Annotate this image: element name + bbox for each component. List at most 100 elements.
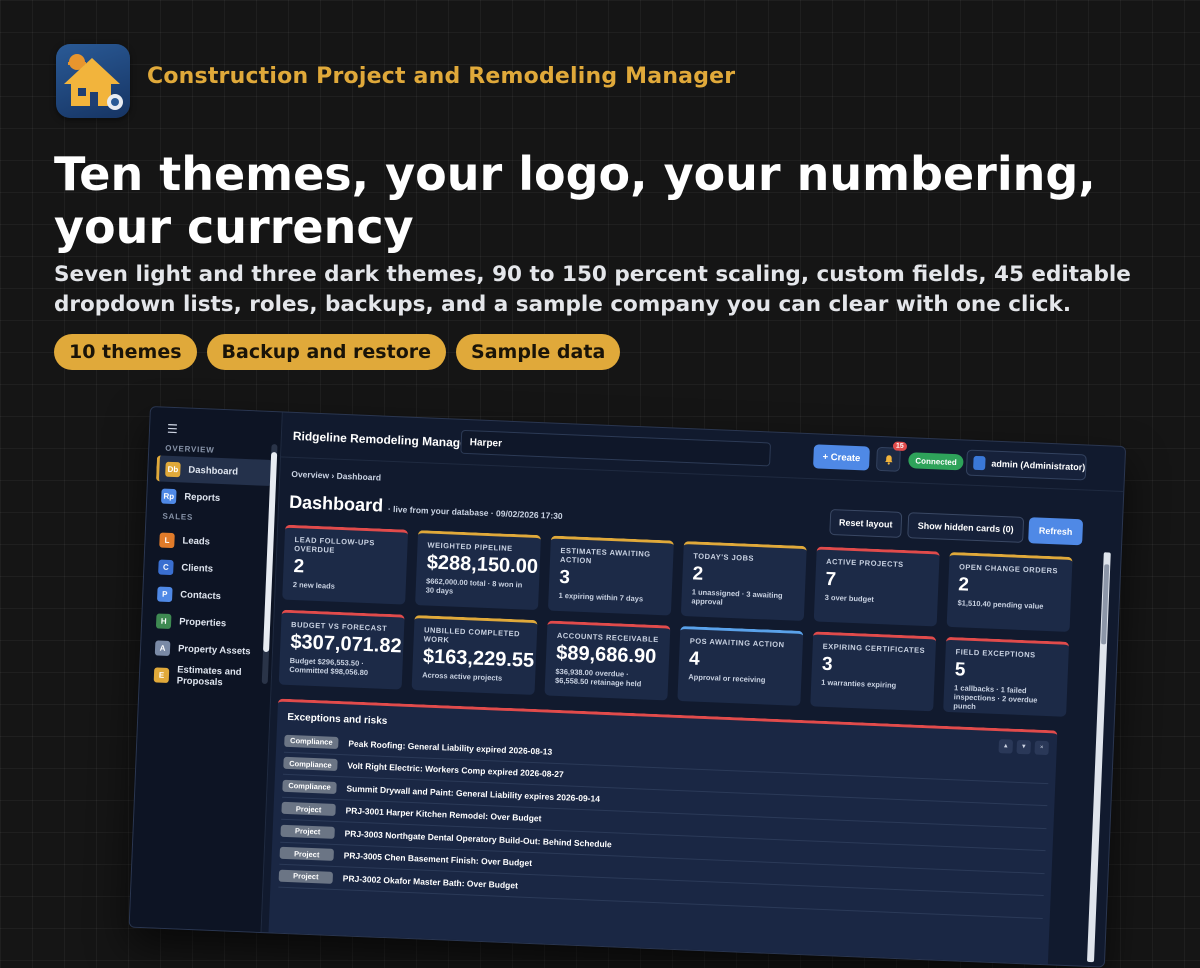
sidebar-item-reports[interactable]: Rp Reports (155, 482, 272, 513)
connection-status-badge: Connected (908, 452, 965, 471)
exception-text: Peak Roofing: General Liability expired … (348, 738, 553, 757)
sidebar-item-clients[interactable]: C Clients (152, 553, 269, 584)
app-logo (56, 44, 130, 118)
page-subtitle: · live from your database · 09/02/2026 1… (387, 503, 563, 522)
page-title: Dashboard (288, 491, 384, 516)
card-note: 1 expiring within 7 days (558, 590, 644, 604)
card-title: Lead follow-ups overdue (294, 535, 376, 555)
kpi-card-accounts-receivable[interactable]: Accounts receivable $89,686.90 $36,938.00 … (544, 620, 671, 701)
card-note: $36,938.00 overdue · $6,558.50 retainage… (554, 666, 642, 689)
kpi-card-expiring-certificates[interactable]: Expiring certificates 3 1 warranties expir… (810, 631, 937, 712)
exceptions-title: Exceptions and risks (287, 711, 388, 727)
dashboard-cards: Lead follow-ups overdue 2 2 new leads Weigh… (278, 524, 1075, 717)
sidebar-item-label: Leads (182, 534, 211, 548)
card-title: Field exceptions (955, 647, 1036, 660)
feature-pill: Sample data (456, 334, 621, 370)
sidebar-item-label: Properties (178, 615, 227, 629)
sidebar: ☰ OVERVIEW Db Dashboard Rp Reports SALES LL… (129, 407, 283, 933)
card-value: 3 (821, 653, 833, 676)
move-up-icon[interactable]: ▲ (998, 739, 1014, 754)
kpi-card-pos-awaiting-action[interactable]: POs awaiting action 4 Approval or receivin… (677, 625, 804, 706)
feature-pill: Backup and restore (206, 334, 447, 370)
card-note: Approval or receiving (688, 672, 766, 685)
card-value: $307,071.82 (289, 630, 403, 658)
menu-icon[interactable]: ☰ (167, 422, 178, 436)
company-name: Ridgeline Remodeling Manager (292, 428, 472, 451)
exception-text: PRJ-3001 Harper Kitchen Remodel: Over Bu… (345, 805, 542, 824)
search-input[interactable] (460, 429, 772, 467)
card-note: 1 callbacks · 1 failed inspections · 2 o… (953, 683, 1038, 712)
card-title: Estimates awaiting action (559, 545, 651, 566)
sidebar-item-label: Reports (184, 490, 221, 504)
sidebar-section-overview: OVERVIEW (165, 443, 215, 455)
sidebar-item-label: Clients (181, 561, 214, 575)
sidebar-section-sales: SALES (162, 511, 194, 522)
sidebar-item-properties[interactable]: H Properties (150, 607, 267, 638)
reset-layout-button[interactable]: Reset layout (829, 508, 903, 538)
user-menu[interactable]: admin (Administrator) (965, 449, 1087, 481)
properties-icon: H (155, 612, 172, 629)
sidebar-item-label: Dashboard (188, 464, 239, 478)
kpi-card-field-exceptions[interactable]: Field exceptions 5 1 callbacks · 1 failed … (943, 636, 1070, 717)
kpi-card-lead-follow-ups-overdue[interactable]: Lead follow-ups overdue 2 2 new leads (282, 524, 409, 605)
user-label: admin (Administrator) (991, 458, 1086, 473)
sidebar-item-property-assets[interactable]: A Property Assets (149, 634, 266, 665)
bell-icon (884, 454, 893, 465)
close-icon[interactable]: × (1034, 740, 1050, 756)
kpi-card-weighted-pipeline[interactable]: Weighted pipeline $288,150.00 $662,000.00 … (415, 530, 542, 611)
exception-tag: Project (279, 846, 334, 862)
main-scrollbar[interactable] (1086, 552, 1111, 963)
sidebar-item-estimates-and-proposals[interactable]: E Estimates and Proposals (147, 661, 264, 692)
kpi-card-unbilled-completed-work[interactable]: Unbilled completed work $163,229.55 Across… (411, 615, 538, 696)
sidebar-item-contacts[interactable]: P Contacts (151, 580, 268, 611)
exception-text: PRJ-3002 Okafor Master Bath: Over Budget (342, 873, 519, 891)
clients-icon: C (158, 558, 174, 575)
exception-tag: Compliance (283, 757, 338, 772)
card-value: 4 (688, 648, 701, 670)
card-note: 3 over budget (824, 592, 875, 604)
refresh-button[interactable]: Refresh (1028, 517, 1084, 546)
subheadline: Seven light and three dark themes, 90 to… (54, 262, 1131, 317)
property-assets-icon: A (154, 639, 171, 656)
exceptions-list: Compliance Peak Roofing: General Liabilit… (278, 729, 1050, 919)
kpi-card-estimates-awaiting-action[interactable]: Estimates awaiting action 3 1 expiring wit… (547, 535, 674, 616)
kpi-card-open-change-orders[interactable]: Open change orders 2 $1,510.40 pending val… (946, 551, 1073, 632)
notification-count-badge: 15 (892, 441, 907, 452)
exception-tag: Project (280, 824, 335, 839)
card-note: $1,510.40 pending value (957, 598, 1044, 611)
avatar (973, 455, 986, 471)
exception-text: PRJ-3005 Chen Basement Finish: Over Budg… (343, 850, 533, 869)
card-value: $163,229.55 (422, 645, 535, 672)
card-value: 2 (293, 556, 305, 578)
leads-icon: L (159, 532, 175, 548)
kpi-card-active-projects[interactable]: Active projects 7 3 over budget (813, 546, 940, 627)
move-down-icon[interactable]: ▼ (1016, 739, 1032, 755)
card-value: $89,686.90 (555, 641, 657, 668)
exceptions-panel: Exceptions and risks ▲ ▼ × Compliance Pea… (268, 698, 1058, 968)
sidebar-item-dashboard[interactable]: Db Dashboard (155, 455, 273, 487)
feature-pills: 10 themes Backup and restore Sample data (54, 334, 621, 370)
kpi-card-today-s-jobs[interactable]: Today's jobs 2 1 unassigned · 3 awaiting a… (680, 541, 807, 621)
kpi-card-budget-vs-forecast[interactable]: Budget vs forecast $307,071.82 Budget $296… (278, 609, 405, 690)
sidebar-item-label: Estimates and Proposals (176, 664, 242, 689)
estimates-and-proposals-icon: E (153, 666, 170, 683)
card-note: Across active projects (422, 670, 503, 683)
card-title: Today's jobs (693, 551, 755, 563)
main-content: Ridgeline Remodeling Manager + Create 15… (261, 412, 1126, 968)
card-title: Open change orders (958, 562, 1059, 576)
contacts-icon: P (157, 585, 173, 602)
sidebar-item-leads[interactable]: L Leads (153, 526, 270, 557)
card-value: 3 (558, 566, 571, 589)
show-hidden-cards-button[interactable]: Show hidden cards (0) (907, 512, 1025, 543)
card-note: $662,000.00 total · 8 won in 30 days (425, 576, 523, 596)
exception-tag: Project (278, 869, 334, 884)
app-name: Construction Project and Remodeling Mana… (147, 64, 736, 89)
card-value: 5 (954, 659, 966, 681)
create-button[interactable]: + Create (813, 444, 870, 471)
card-title: Unbilled completed work (423, 625, 521, 645)
exception-text: Volt Right Electric: Workers Comp expire… (347, 760, 564, 780)
sidebar-item-label: Contacts (180, 588, 222, 602)
card-title: Expiring certificates (822, 641, 926, 655)
headline: Ten themes, your logo, your numbering, y… (54, 147, 1096, 254)
card-note: 1 unassigned · 3 awaiting approval (691, 587, 783, 607)
